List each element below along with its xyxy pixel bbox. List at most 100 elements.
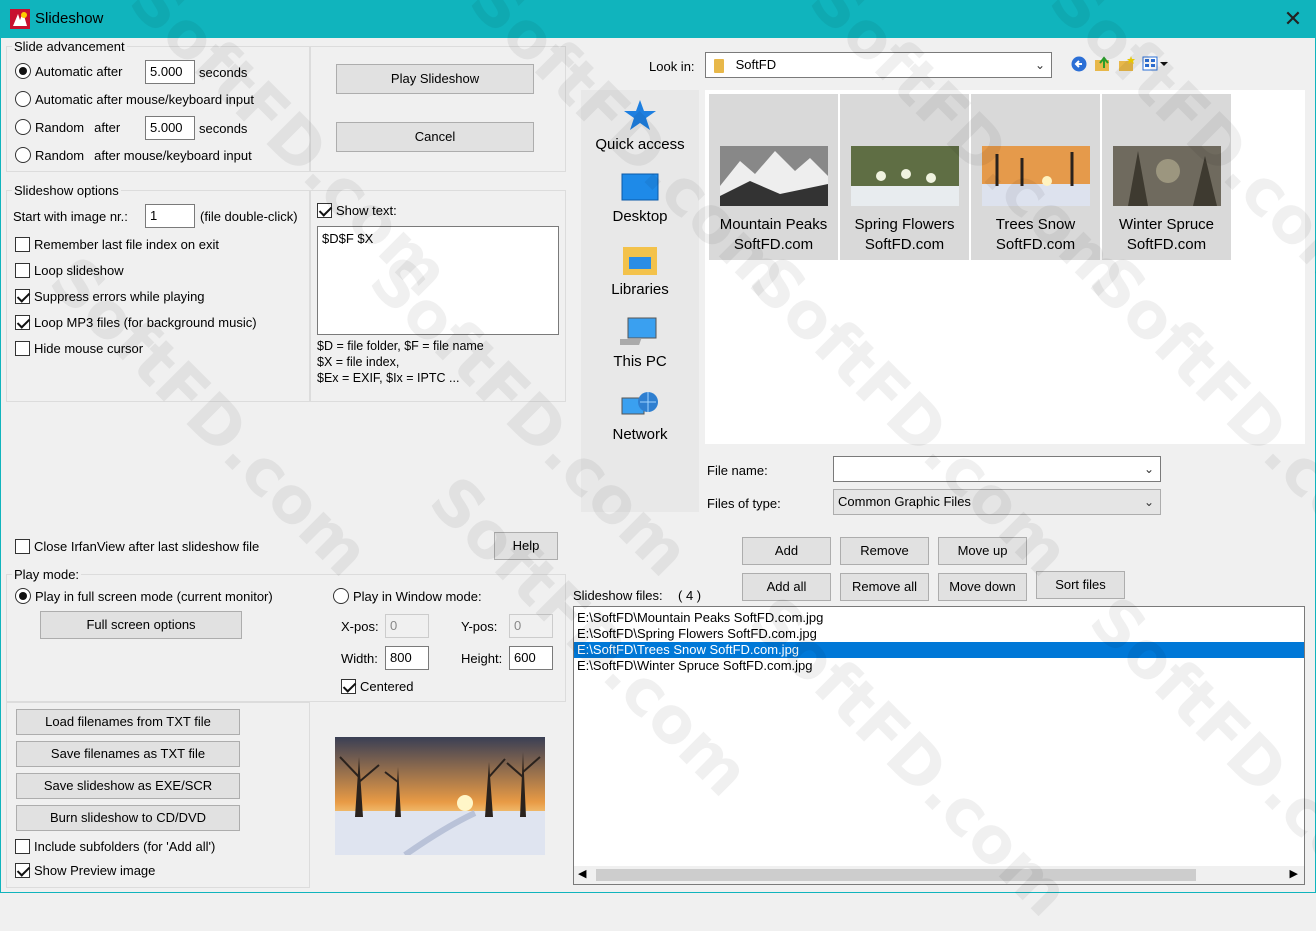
xpos-input[interactable]: 0 [385,614,429,638]
thumb-name: Trees Snow [995,216,1076,233]
view-menu-icon[interactable] [1142,56,1170,72]
random-after-seconds-input[interactable]: 5.000 [145,116,195,140]
window-mode-radio[interactable] [333,588,349,604]
show-text-option[interactable]: Show text: [317,203,397,218]
hide-cursor-label: Hide mouse cursor [34,341,144,356]
thumb-item[interactable]: Trees Snow SoftFD.com [971,94,1100,260]
look-in-combo[interactable]: SoftFD ⌄ [705,52,1052,78]
auto-after-seconds-input[interactable]: 5.000 [145,60,195,84]
auto-mouse-radio[interactable] [15,91,31,107]
loop-slideshow-option[interactable]: Loop slideshow [15,263,124,278]
random-after-option[interactable]: Random after [15,119,120,135]
full-screen-options-button[interactable]: Full screen options [40,611,242,639]
loop-mp3-option[interactable]: Loop MP3 files (for background music) [15,315,257,330]
full-screen-option[interactable]: Play in full screen mode (current monito… [15,588,273,604]
random-mouse-option[interactable]: Random after mouse/keyboard input [15,147,252,163]
loop-mp3-checkbox[interactable] [15,315,30,330]
list-item[interactable]: E:\SoftFD\Mountain Peaks SoftFD.com.jpg [574,610,1304,626]
auto-after-radio[interactable] [15,63,31,79]
random-mouse-radio[interactable] [15,147,31,163]
thumbnail-image [719,146,828,206]
slideshow-files-list[interactable]: E:\SoftFD\Mountain Peaks SoftFD.com.jpg … [573,606,1305,885]
move-down-button[interactable]: Move down [938,573,1027,601]
thumb-item[interactable]: Winter Spruce SoftFD.com [1102,94,1231,260]
window-mode-option[interactable]: Play in Window mode: [333,588,482,604]
computer-icon [611,317,657,345]
seconds-label-2: seconds [199,121,248,136]
random-mouse-after-label: after mouse/keyboard input [94,147,252,163]
remember-last-option[interactable]: Remember last file index on exit [15,237,219,252]
start-image-input[interactable]: 1 [145,204,195,228]
place-desktop[interactable]: Desktop [581,172,699,225]
show-preview-option[interactable]: Show Preview image [15,863,155,878]
close-irfan-checkbox[interactable] [15,539,30,554]
thumb-item[interactable]: Spring Flowers SoftFD.com [840,94,969,260]
centered-option[interactable]: Centered [341,679,413,694]
place-libraries[interactable]: Libraries [581,243,699,298]
height-input[interactable]: 600 [509,646,553,670]
list-item-selected[interactable]: E:\SoftFD\Trees Snow SoftFD.com.jpg [574,642,1304,658]
xpos-label: X-pos: [341,619,379,634]
place-network[interactable]: Network [581,388,699,443]
up-folder-icon[interactable] [1094,55,1112,73]
remember-last-checkbox[interactable] [15,237,30,252]
cancel-button[interactable]: Cancel [336,122,534,152]
show-preview-checkbox[interactable] [15,863,30,878]
load-txt-button[interactable]: Load filenames from TXT file [16,709,240,735]
remove-all-button[interactable]: Remove all [840,573,929,601]
thumb-item[interactable]: Mountain Peaks SoftFD.com [709,94,838,260]
place-this-pc[interactable]: This PC [581,315,699,370]
chevron-down-icon: ⌄ [1143,495,1154,509]
show-text-checkbox[interactable] [317,203,332,218]
suppress-errors-option[interactable]: Suppress errors while playing [15,289,205,304]
add-button[interactable]: Add [742,537,831,565]
hide-cursor-checkbox[interactable] [15,341,30,356]
help-button[interactable]: Help [494,532,558,560]
files-of-type-value: Common Graphic Files [838,494,971,509]
thumbnail-image [981,146,1090,206]
files-of-type-select[interactable]: Common Graphic Files ⌄ [833,489,1161,515]
include-subfolders-checkbox[interactable] [15,839,30,854]
show-text-label: Show text: [336,203,397,218]
ypos-input[interactable]: 0 [509,614,553,638]
close-icon[interactable]: ✕ [1280,6,1306,32]
auto-after-option[interactable]: Automatic after [15,63,122,79]
horizontal-scrollbar[interactable]: ◀ ▶ [574,866,1304,884]
thumb-site: SoftFD.com [995,236,1076,253]
list-item[interactable]: E:\SoftFD\Spring Flowers SoftFD.com.jpg [574,626,1304,642]
scroll-left-icon[interactable]: ◀ [578,867,586,880]
random-after-radio[interactable] [15,119,31,135]
close-irfan-option[interactable]: Close IrfanView after last slideshow fil… [15,539,259,554]
new-folder-icon[interactable] [1118,55,1136,73]
centered-checkbox[interactable] [341,679,356,694]
file-name-label: File name: [707,463,768,478]
place-quick-access[interactable]: Quick access [581,98,699,153]
play-slideshow-button[interactable]: Play Slideshow [336,64,534,94]
burn-cd-button[interactable]: Burn slideshow to CD/DVD [16,805,240,831]
include-subfolders-option[interactable]: Include subfolders (for 'Add all') [15,839,215,854]
list-item[interactable]: E:\SoftFD\Winter Spruce SoftFD.com.jpg [574,658,1304,674]
place-label: Network [612,426,668,443]
save-exe-button[interactable]: Save slideshow as EXE/SCR [16,773,240,799]
slide-advancement-label: Slide advancement [12,39,127,54]
height-label: Height: [461,651,503,666]
hide-cursor-option[interactable]: Hide mouse cursor [15,341,143,356]
loop-slideshow-checkbox[interactable] [15,263,30,278]
sort-files-button[interactable]: Sort files [1036,571,1125,599]
show-text-textarea[interactable]: $D$F $X [317,226,559,335]
auto-after-label: Automatic after [35,63,123,79]
full-screen-label: Play in full screen mode (current monito… [35,588,273,604]
start-with-label: Start with image nr.: [13,209,128,224]
scroll-right-icon[interactable]: ▶ [1290,867,1298,880]
auto-mouse-option[interactable]: Automatic after mouse/keyboard input [15,91,254,107]
move-up-button[interactable]: Move up [938,537,1027,565]
save-txt-button[interactable]: Save filenames as TXT file [16,741,240,767]
width-input[interactable]: 800 [385,646,429,670]
file-name-input[interactable]: ⌄ [833,456,1161,482]
back-icon[interactable] [1071,56,1087,72]
remove-button[interactable]: Remove [840,537,929,565]
add-all-button[interactable]: Add all [742,573,831,601]
full-screen-radio[interactable] [15,588,31,604]
suppress-errors-checkbox[interactable] [15,289,30,304]
scrollbar-thumb[interactable] [596,869,1196,881]
